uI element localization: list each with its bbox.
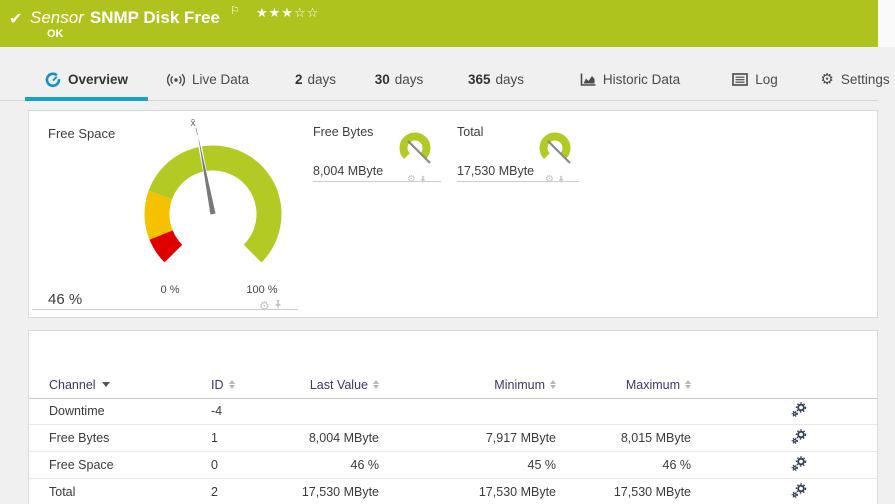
- tab-bar: Overview Live Data 2 days 30 days 365 da…: [0, 59, 878, 101]
- free-bytes-actions: ⚙: [407, 171, 427, 189]
- cell-id: 1: [211, 431, 299, 445]
- log-icon: [732, 73, 748, 86]
- cell-id: 2: [211, 485, 299, 499]
- sort-icon: [685, 380, 691, 390]
- header-id[interactable]: ID: [211, 378, 235, 392]
- priority-stars[interactable]: ★★★☆☆: [256, 5, 319, 21]
- tab-2-days[interactable]: 2 days: [278, 59, 353, 100]
- main-gauge-title: Free Space: [48, 126, 115, 141]
- tab-historic-data[interactable]: Historic Data: [565, 59, 695, 100]
- gauge-settings-icon[interactable]: ⚙: [259, 300, 270, 312]
- header-channel[interactable]: Channel: [49, 378, 110, 392]
- cell-channel: Total: [49, 485, 211, 499]
- cell-min: 7,917 MByte: [379, 431, 556, 445]
- cell-max: 46 %: [556, 458, 691, 472]
- tab-overview[interactable]: Overview: [25, 59, 148, 100]
- tab-label: Overview: [68, 72, 128, 87]
- pin-icon[interactable]: [273, 297, 283, 315]
- main-gauge-actions: ⚙: [259, 297, 283, 315]
- flag-icon[interactable]: ⚐: [230, 4, 240, 17]
- tab-label: Historic Data: [603, 72, 680, 87]
- cell-last: 46 %: [299, 458, 379, 472]
- cell-min: 45 %: [379, 458, 556, 472]
- free-bytes-title: Free Bytes: [313, 125, 373, 139]
- tab-365-days[interactable]: 365 days: [448, 59, 544, 100]
- prtg-sensor-page: ✔ Sensor SNMP Disk Free ⚐ ★★★☆☆ OK Overvi…: [0, 0, 895, 504]
- channel-settings-icon[interactable]: [791, 483, 807, 499]
- gauge-min-label: 0 %: [161, 284, 180, 296]
- tab-30-days[interactable]: 30 days: [360, 59, 438, 100]
- table-header-row: Channel ID Last Value Minimum Maximum: [29, 371, 877, 398]
- gear-icon: ⚙: [820, 72, 833, 87]
- header-maximum[interactable]: Maximum: [556, 378, 691, 392]
- total-mini-gauge: [533, 127, 577, 171]
- pin-icon[interactable]: [419, 171, 427, 189]
- gauges-panel: Free Space x̄ 0 % 100 % 46 % ⚙ Free Byt: [28, 110, 878, 318]
- tab-label: Live Data: [192, 72, 249, 87]
- cell-channel: Free Bytes: [49, 431, 211, 445]
- status-badge: OK: [47, 28, 64, 40]
- gauge-icon: [45, 72, 61, 88]
- average-marker: x̄: [191, 118, 196, 129]
- gauge-max-label: 100 %: [246, 284, 277, 296]
- sensor-kind-label: Sensor: [30, 8, 84, 27]
- sort-desc-icon: [102, 382, 110, 387]
- cell-last: 17,530 MByte: [299, 485, 379, 499]
- tab-label: days: [307, 72, 336, 87]
- gauge-settings-icon[interactable]: ⚙: [407, 175, 416, 185]
- tab-number: 2: [295, 72, 303, 87]
- total-actions: ⚙: [545, 171, 565, 189]
- cell-max: 8,015 MByte: [556, 431, 691, 445]
- cell-channel: Downtime: [49, 404, 211, 418]
- sort-icon: [229, 380, 235, 390]
- sensor-status-header: ✔ Sensor SNMP Disk Free ⚐ ★★★☆☆ OK: [0, 0, 878, 47]
- tab-label: Settings: [841, 72, 890, 87]
- table-row: Total 2 17,530 MByte 17,530 MByte 17,530…: [29, 479, 877, 504]
- tab-live-data[interactable]: Live Data: [158, 59, 258, 100]
- channels-panel: Channel ID Last Value Minimum Maximum Do…: [28, 330, 878, 504]
- stars-filled: ★★★: [256, 5, 294, 20]
- pin-icon[interactable]: [557, 171, 565, 189]
- tab-number: 30: [375, 72, 390, 87]
- stars-empty: ☆☆: [294, 5, 319, 20]
- cell-id: -4: [211, 404, 299, 418]
- free-space-gauge: x̄ 0 % 100 %: [113, 111, 313, 306]
- tab-label: days: [395, 72, 424, 87]
- tab-log[interactable]: Log: [718, 59, 792, 100]
- tab-settings[interactable]: ⚙ Settings: [815, 59, 895, 100]
- channel-settings-icon[interactable]: [791, 402, 807, 418]
- free-bytes-mini-gauge: [393, 127, 437, 171]
- channel-settings-icon[interactable]: [791, 456, 807, 472]
- table-row: Free Space 0 46 % 45 % 46 %: [29, 452, 877, 479]
- total-title: Total: [457, 125, 483, 139]
- tab-number: 365: [468, 72, 491, 87]
- gauge-settings-icon[interactable]: ⚙: [545, 175, 554, 185]
- table-row: Downtime -4: [29, 398, 877, 425]
- cell-divider: [313, 181, 441, 182]
- cell-last: 8,004 MByte: [299, 431, 379, 445]
- ok-check-icon: ✔: [9, 9, 22, 29]
- cell-divider: [32, 309, 298, 310]
- table-row: Free Bytes 1 8,004 MByte 7,917 MByte 8,0…: [29, 425, 877, 452]
- tab-label: Log: [755, 72, 778, 87]
- channel-settings-icon[interactable]: [791, 429, 807, 445]
- total-value: 17,530 MByte: [457, 164, 534, 178]
- free-bytes-value: 8,004 MByte: [313, 164, 383, 178]
- cell-min: 17,530 MByte: [379, 485, 556, 499]
- tab-label: days: [496, 72, 525, 87]
- header-last-value[interactable]: Last Value: [299, 378, 379, 392]
- cell-id: 0: [211, 458, 299, 472]
- main-gauge-value: 46 %: [48, 291, 82, 308]
- live-icon: [167, 73, 185, 87]
- cell-divider: [457, 181, 579, 182]
- chart-icon: [580, 73, 596, 87]
- header-minimum[interactable]: Minimum: [379, 378, 556, 392]
- cell-max: 17,530 MByte: [556, 485, 691, 499]
- active-tab-underline: [25, 97, 148, 101]
- cell-channel: Free Space: [49, 458, 211, 472]
- sensor-title: Sensor SNMP Disk Free: [30, 8, 220, 28]
- right-gutter: [878, 0, 895, 47]
- sensor-name: SNMP Disk Free: [90, 8, 220, 27]
